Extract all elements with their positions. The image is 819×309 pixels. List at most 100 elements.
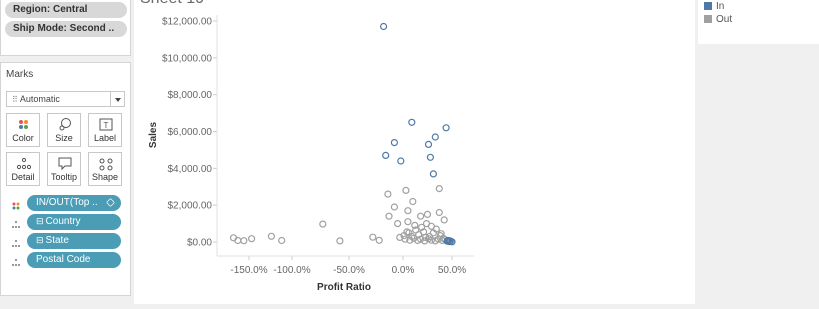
scatter-point-out[interactable] [440, 216, 448, 224]
scatter-point-out[interactable] [278, 236, 286, 245]
scatter-point-out[interactable] [247, 235, 256, 243]
shape-button[interactable]: Shape [88, 152, 122, 186]
legend-item-out[interactable]: Out [704, 14, 732, 26]
scatter-point-out[interactable] [336, 237, 344, 245]
sheet-title: Sheet 10 [140, 0, 204, 8]
color-dots-icon [7, 117, 39, 133]
chart-panel: Sheet 10 $0.00 $2,000.00 $4,000.00 $6,000.0… [134, 0, 695, 304]
shape-icon [89, 156, 121, 172]
country-pill-label: Country [45, 216, 81, 227]
state-pill[interactable]: ⊟ State [27, 233, 121, 249]
x-tick-label: -50.0% [333, 265, 365, 276]
detail-icon [11, 236, 21, 247]
collapse-icon[interactable]: ⊟ [36, 216, 44, 226]
mark-type-dropdown[interactable]: ⠿ Automatic [6, 91, 125, 107]
y-axis-title: Sales [148, 121, 159, 148]
scatter-point-in[interactable] [442, 124, 450, 132]
filter-pill-region[interactable]: Region: Central [5, 2, 127, 18]
legend-label-out: Out [716, 14, 733, 25]
y-tick-label: $2,000.00 [168, 201, 213, 212]
color-dots-icon [11, 198, 21, 210]
x-axis: -150.0% -100.0% -50.0% 0.0% 50.0% [230, 256, 466, 276]
y-tick-label: $6,000.00 [168, 127, 213, 138]
scatter-point-out[interactable] [319, 220, 327, 228]
tooltip-icon [48, 156, 80, 172]
in-out-pill[interactable]: IN/OUT(Top .. [27, 195, 121, 211]
x-tick-label: 50.0% [438, 265, 466, 276]
scatter-point-out[interactable] [240, 237, 248, 245]
scatter-point-out[interactable] [423, 210, 432, 218]
detail-dots-icon [7, 156, 39, 172]
scatter-point-out[interactable] [402, 186, 410, 194]
postal-code-pill[interactable]: Postal Code [27, 252, 121, 268]
scatter-point-out[interactable] [404, 218, 412, 226]
scatter-point-in[interactable] [424, 140, 433, 148]
scatter-point-out[interactable] [409, 197, 417, 206]
size-button[interactable]: Size [47, 113, 81, 147]
y-tick-label: $8,000.00 [168, 90, 213, 101]
scatter-point-in[interactable] [408, 118, 416, 126]
scatter-point-in[interactable] [382, 151, 390, 159]
label-button[interactable]: T Label [88, 113, 122, 147]
mark-type-label: Automatic [19, 94, 60, 104]
x-tick-label: 0.0% [392, 265, 415, 276]
scatter-point-in[interactable] [429, 170, 437, 178]
scatter-point-out[interactable] [435, 185, 443, 193]
scatter-point-in[interactable] [390, 139, 398, 147]
country-pill[interactable]: ⊟ Country [27, 214, 121, 230]
legend-panel: In Out [698, 0, 819, 44]
scatter-chart[interactable]: $0.00 $2,000.00 $4,000.00 $6,000.00 $8,000.0… [134, 0, 695, 304]
mark-type-icon: ⠿ [12, 95, 18, 104]
postal-code-pill-label: Postal Code [36, 254, 91, 265]
x-axis-title: Profit Ratio [317, 282, 371, 293]
legend-item-in[interactable]: In [704, 1, 724, 13]
filters-card: Region: Central Ship Mode: Second .. [0, 0, 131, 56]
shelf-row-country: ⊟ Country [1, 214, 132, 230]
scatter-point-out[interactable] [417, 212, 425, 220]
size-button-label: Size [55, 133, 73, 143]
legend-swatch-in [704, 2, 712, 10]
x-tick-label: -100.0% [273, 265, 310, 276]
color-button[interactable]: Color [6, 113, 40, 147]
set-icon [106, 198, 115, 207]
label-icon: T [89, 117, 121, 133]
scatter-point-in[interactable] [380, 22, 388, 31]
scatter-point-out[interactable] [385, 212, 393, 220]
scatter-point-out[interactable] [384, 190, 392, 198]
scatter-point-in[interactable] [431, 133, 439, 141]
scatter-point-out[interactable] [394, 220, 402, 228]
scatter-point-out[interactable] [267, 232, 275, 240]
in-out-pill-label: IN/OUT(Top .. [36, 197, 98, 208]
y-tick-label: $12,000.00 [162, 17, 212, 28]
svg-text:T: T [104, 121, 109, 130]
detail-icon [11, 217, 21, 228]
shape-button-label: Shape [91, 172, 119, 182]
filter-pill-ship-mode[interactable]: Ship Mode: Second .. [5, 21, 127, 37]
detail-button[interactable]: Detail [6, 152, 40, 186]
tooltip-button[interactable]: Tooltip [47, 152, 81, 186]
scatter-point-out[interactable] [404, 207, 412, 215]
state-pill-label: State [45, 235, 69, 246]
y-tick-label: $10,000.00 [162, 53, 212, 64]
x-tick-label: -150.0% [230, 265, 267, 276]
scatter-point-out[interactable] [435, 208, 443, 217]
size-icon [48, 117, 80, 133]
chevron-down-icon[interactable] [110, 92, 124, 106]
detail-icon [11, 255, 21, 266]
shelf-row-postal-code: Postal Code [1, 252, 132, 268]
color-button-label: Color [12, 133, 34, 143]
scatter-point-out[interactable] [375, 236, 383, 244]
scatter-point-in[interactable] [397, 157, 405, 165]
collapse-icon[interactable]: ⊟ [36, 235, 44, 245]
legend-label-in: In [716, 1, 725, 12]
tooltip-button-label: Tooltip [50, 172, 77, 182]
scatter-point-out[interactable] [369, 233, 377, 241]
y-tick-label: $0.00 [187, 238, 212, 249]
scatter-point-in[interactable] [426, 153, 434, 161]
y-axis: $0.00 $2,000.00 $4,000.00 $6,000.00 $8,000.0… [162, 17, 217, 249]
scatter-point-out[interactable] [390, 203, 398, 211]
marks-title: Marks [6, 69, 34, 80]
y-tick-label: $4,000.00 [168, 164, 213, 175]
label-button-label: Label [93, 133, 117, 143]
left-column: Region: Central Ship Mode: Second .. Mar… [0, 0, 131, 304]
